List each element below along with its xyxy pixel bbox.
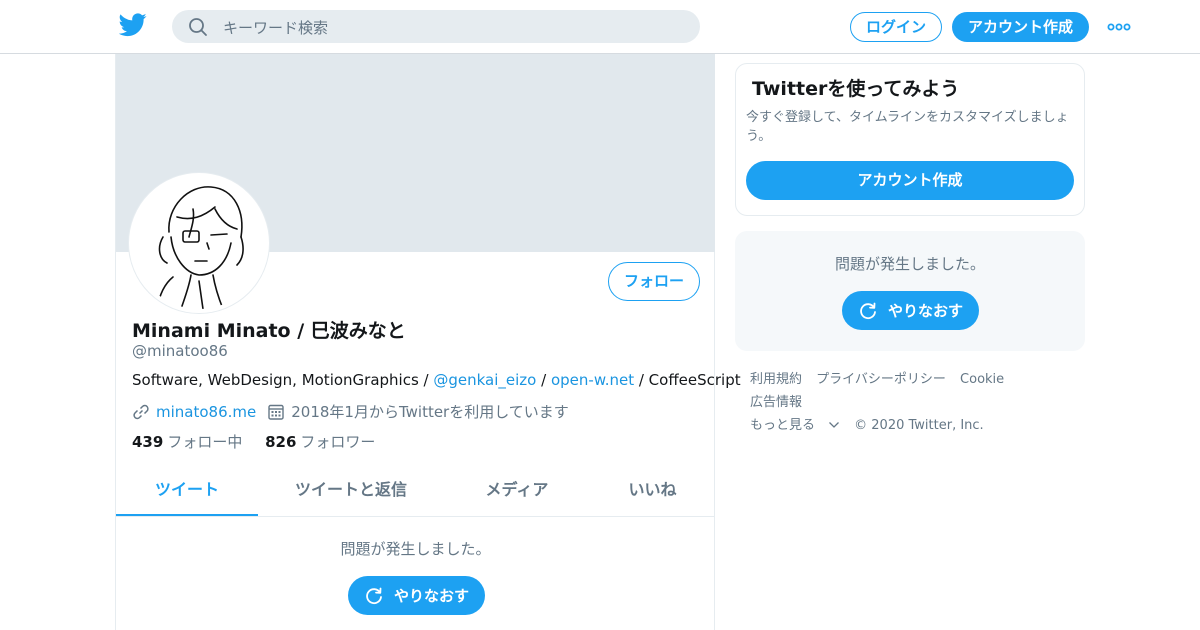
profile-meta: minato86.me 2018年1月からTwitterを利用しています [132,401,569,422]
signup-button[interactable]: アカウント作成 [952,12,1089,42]
login-button[interactable]: ログイン [850,12,942,42]
avatar[interactable] [129,173,269,313]
signup-card: Twitterを使ってみよう 今すぐ登録して、タイムラインをカスタマイズしましょ… [735,63,1085,216]
sidebar-error-message: 問題が発生しました。 [834,255,985,273]
display-name: Minami Minato / 巳波みなと [132,320,406,342]
website-link[interactable]: minato86.me [156,403,256,421]
calendar-icon [268,404,284,420]
profile-column: フォロー Minami Minato / 巳波みなと @minatoo86 So… [115,54,741,630]
signup-card-description: 今すぐ登録して、タイムラインをカスタマイズしましょう。 [746,110,1069,144]
footer-more-label: もっと見る [750,418,816,433]
search-box[interactable]: キーワード検索 [172,10,700,43]
sidebar-error-card: 問題が発生しました。 やりなおす [735,231,1085,351]
join-date: 2018年1月からTwitterを利用しています [291,403,569,421]
sidebar-footer: 利用規約 プライバシーポリシー Cookie 広告情報 もっと見る © 2020… [750,368,1080,437]
profile-stats: 439 フォロー中 826 フォロワー [132,431,393,452]
twitter-logo-icon[interactable] [119,13,147,37]
footer-link-ads[interactable]: 広告情報 [750,395,802,410]
follow-button[interactable]: フォロー [608,262,700,301]
top-navigation-bar: キーワード検索 ログイン アカウント作成 [0,0,1200,54]
following-count: 439 [132,433,164,451]
chevron-down-icon [829,422,839,428]
followers-stat[interactable]: 826 フォロワー [265,433,375,451]
tab-media[interactable]: メディア [444,466,590,516]
footer-link-privacy[interactable]: プライバシーポリシー [816,372,946,387]
following-label: フォロー中 [167,433,243,451]
footer-link-cookie[interactable]: Cookie [960,372,1004,387]
profile-bio: Software, WebDesign, MotionGraphics / @g… [132,371,741,389]
search-input[interactable]: キーワード検索 [223,17,328,38]
refresh-icon [366,587,382,604]
signup-card-button[interactable]: アカウント作成 [746,161,1074,200]
avatar-drawing [156,186,244,309]
footer-more-link[interactable]: もっと見る [750,418,840,433]
retry-label: やりなおす [393,587,469,605]
more-options-icon[interactable] [1107,22,1131,32]
sidebar-retry-button[interactable]: やりなおす [842,291,979,330]
tab-tweets-and-replies[interactable]: ツイートと返信 [258,466,444,516]
retry-label: やりなおす [887,302,963,320]
bio-text: Software, WebDesign, MotionGraphics / [132,371,434,389]
profile-tabs: ツイート ツイートと返信 メディア いいね [116,466,715,517]
bio-text: / [536,371,551,389]
tab-tweets[interactable]: ツイート [116,466,258,516]
timeline-error-message: 問題が発生しました。 [340,540,491,558]
link-icon [133,404,149,419]
signup-card-title: Twitterを使ってみよう [752,78,960,100]
footer-link-terms[interactable]: 利用規約 [750,372,802,387]
bio-link-url[interactable]: open-w.net [551,371,634,389]
timeline-retry-button[interactable]: やりなおす [348,576,485,615]
following-stat[interactable]: 439 フォロー中 [132,433,242,451]
followers-label: フォロワー [300,433,376,451]
tab-likes[interactable]: いいね [590,466,715,516]
followers-count: 826 [265,433,297,451]
user-handle: @minatoo86 [132,342,228,360]
copyright: © 2020 Twitter, Inc. [854,418,984,433]
bio-text: / CoffeeScript [634,371,741,389]
bio-link-mention[interactable]: @genkai_eizo [433,371,536,389]
refresh-icon [860,302,876,319]
search-icon [189,18,207,36]
